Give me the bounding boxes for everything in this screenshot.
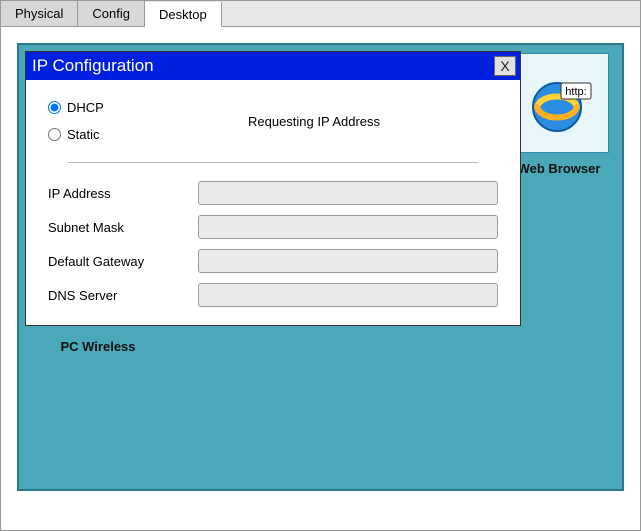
tab-config[interactable]: Config — [78, 1, 145, 26]
dhcp-radio[interactable] — [48, 101, 61, 114]
subnet-mask-label: Subnet Mask — [48, 220, 198, 235]
dns-server-input[interactable] — [198, 283, 498, 307]
dialog-titlebar[interactable]: IP Configuration X — [26, 52, 520, 80]
http-badge-text: http: — [565, 86, 586, 98]
ip-address-label: IP Address — [48, 186, 198, 201]
dialog-body: DHCP Static Requesting IP Address IP Add… — [26, 80, 520, 325]
ip-config-dialog: IP Configuration X DHCP Static — [25, 51, 521, 326]
dialog-title: IP Configuration — [32, 56, 154, 76]
desktop-icon-pc-wireless[interactable]: PC Wireless — [43, 339, 153, 354]
ip-form: IP Address Subnet Mask Default Gateway D… — [48, 181, 498, 307]
ip-address-input[interactable] — [198, 181, 498, 205]
tab-physical[interactable]: Physical — [1, 1, 78, 26]
pc-wireless-label: PC Wireless — [43, 339, 153, 354]
tab-bar: Physical Config Desktop — [1, 1, 640, 27]
dhcp-option[interactable]: DHCP — [48, 100, 208, 115]
status-message: Requesting IP Address — [208, 100, 380, 129]
subnet-mask-input[interactable] — [198, 215, 498, 239]
default-gateway-input[interactable] — [198, 249, 498, 273]
static-option[interactable]: Static — [48, 127, 208, 142]
dhcp-label: DHCP — [67, 100, 104, 115]
ip-mode-group: DHCP Static — [48, 100, 208, 142]
dns-server-label: DNS Server — [48, 288, 198, 303]
desktop-area: http: Web Browser PC Wireless IP Configu… — [17, 43, 624, 491]
static-label: Static — [67, 127, 100, 142]
app-window: Physical Config Desktop http: Web Browse… — [0, 0, 641, 531]
tab-desktop[interactable]: Desktop — [145, 2, 222, 27]
static-radio[interactable] — [48, 128, 61, 141]
close-button[interactable]: X — [494, 56, 516, 76]
divider — [68, 162, 478, 163]
default-gateway-label: Default Gateway — [48, 254, 198, 269]
web-browser-icon[interactable]: http: — [509, 53, 609, 153]
